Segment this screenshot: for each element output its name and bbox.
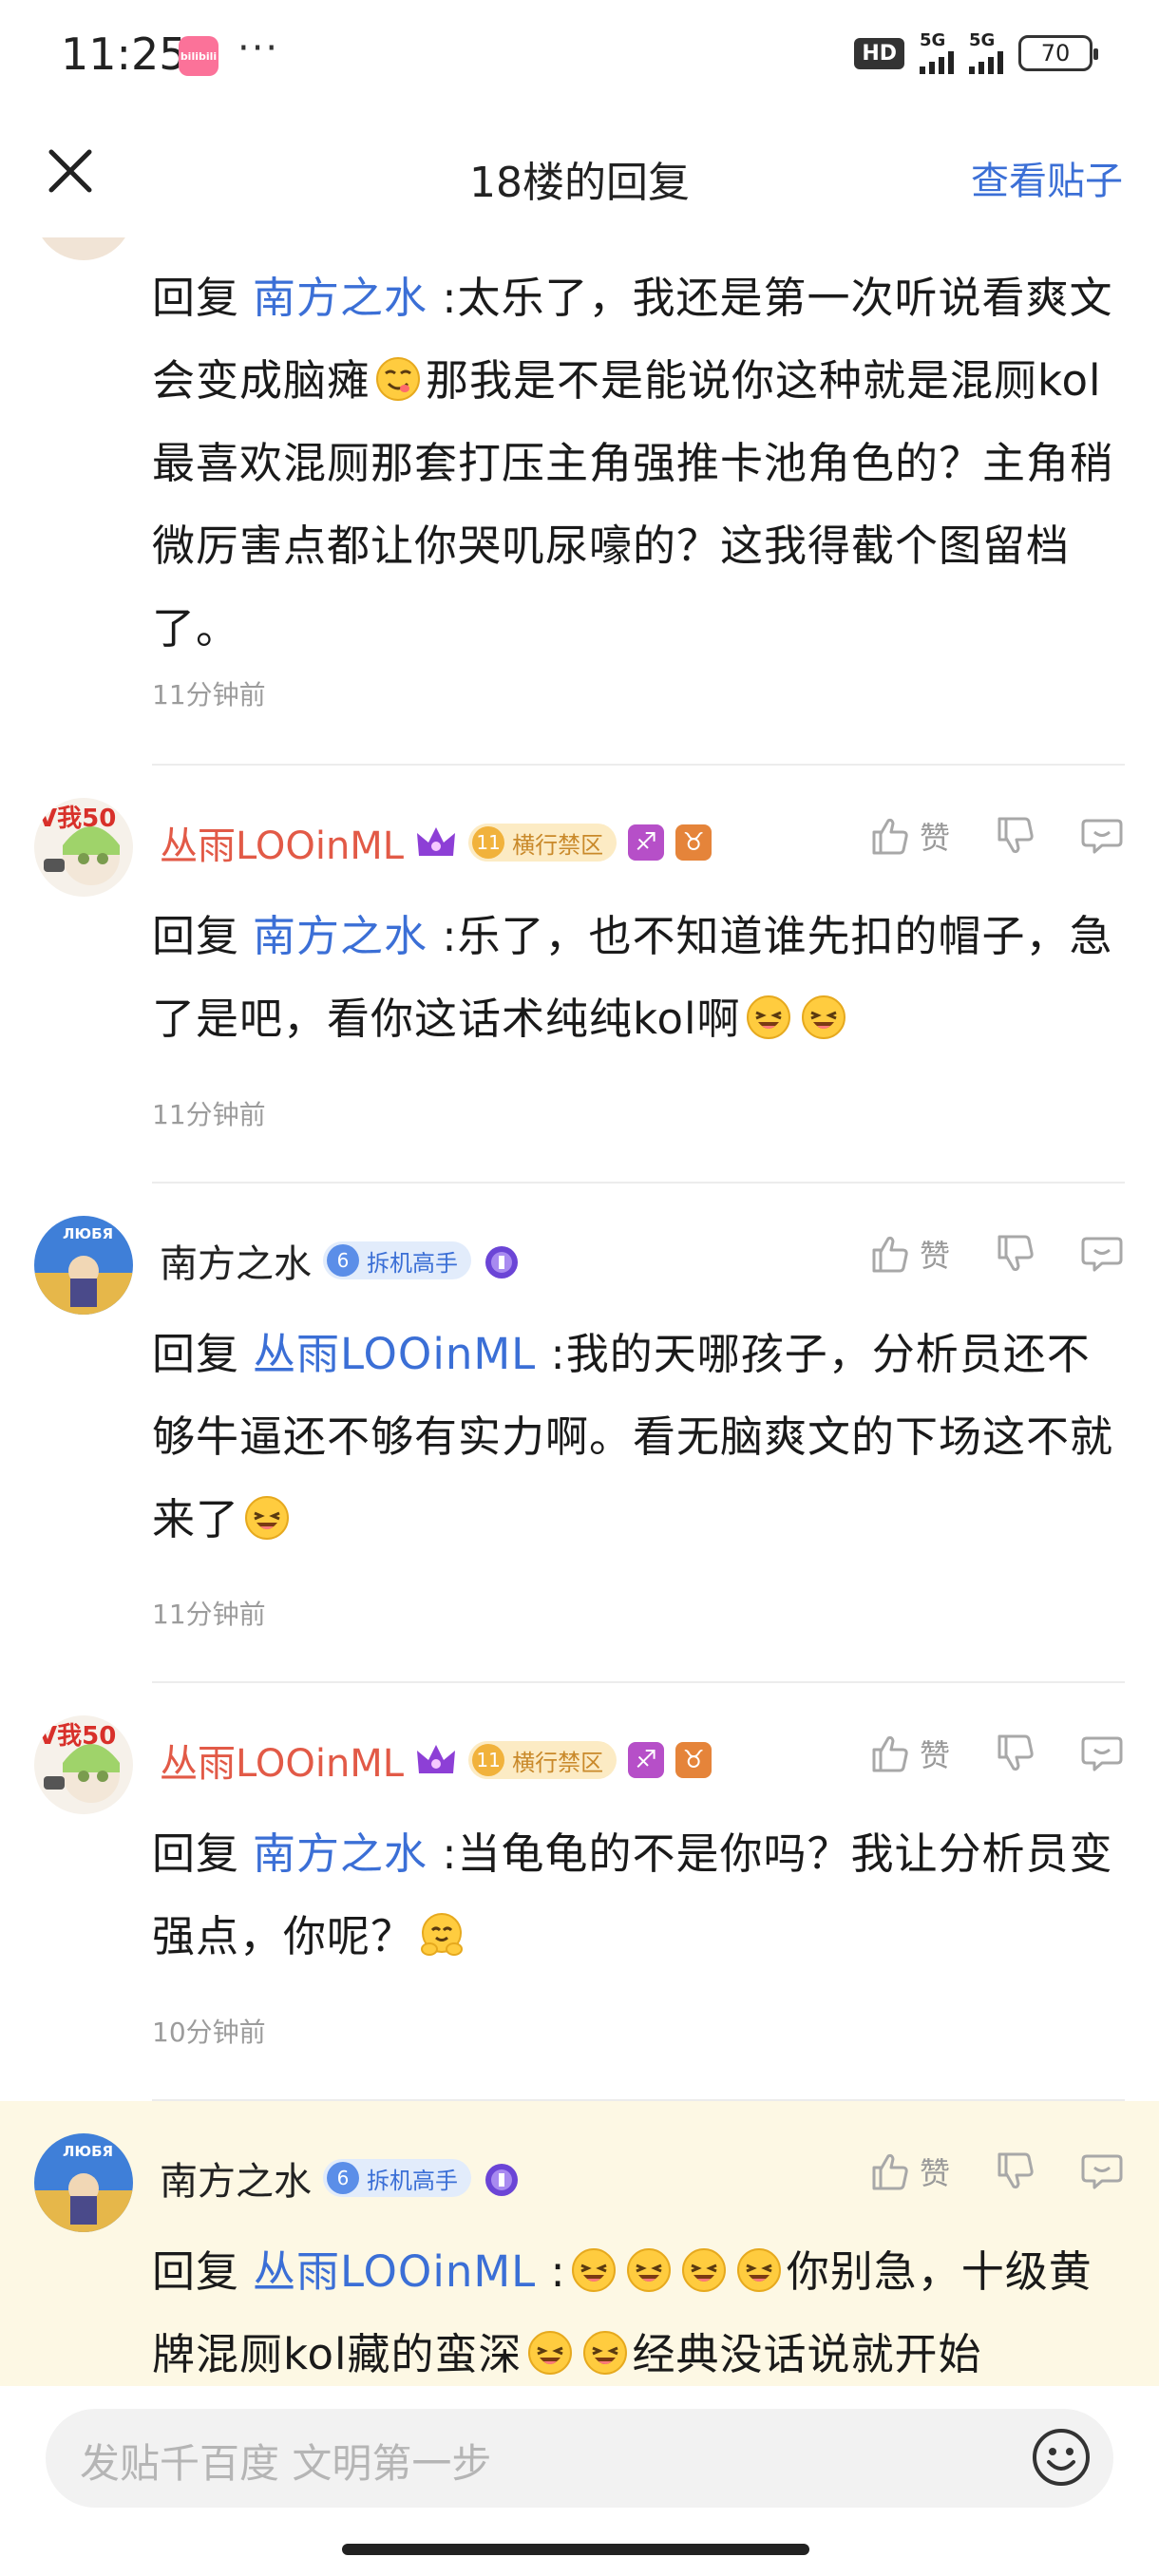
reply-item: V我50 丛雨LOOinML 11 横行禁区 ♐ ♉ 赞 回复 南方之水 :乐了，…: [0, 766, 1159, 1182]
mention-link[interactable]: 丛雨LOOinML: [253, 1329, 536, 1379]
like-button[interactable]: 赞: [866, 813, 950, 859]
emoji-icon[interactable]: [1030, 2426, 1092, 2489]
taurus-icon: ♉: [675, 824, 712, 861]
reply-actions: 赞: [866, 1231, 1125, 1277]
dislike-icon[interactable]: [992, 1231, 1037, 1277]
crown-icon: [417, 827, 456, 856]
svg-text:V我50: V我50: [38, 805, 116, 833]
reply-actions: 赞: [866, 813, 1125, 859]
reply-content[interactable]: 回复 丛雨LOOinML :我的天哪孩子，分析员还不够牛逼还不够有实力啊。看无脑爽…: [152, 1313, 1130, 1561]
avatar[interactable]: V我50: [34, 798, 133, 897]
laugh-emoji-icon: [243, 1494, 291, 1542]
mention-link[interactable]: 南方之水: [253, 273, 428, 323]
sagittarius-icon: ♐: [628, 824, 665, 861]
mention-link[interactable]: 南方之水: [253, 911, 428, 961]
laugh-emoji-icon: [581, 2329, 629, 2377]
reply-content[interactable]: 回复 南方之水 :乐了，也不知道谁先扣的帽子，急了是吧，看你这话术纯纯kol啊: [152, 895, 1130, 1060]
level-badge[interactable]: 6 拆机高手: [323, 2159, 471, 2197]
reply-content[interactable]: 回复 丛雨LOOinML : 你别急，十级黄牌混厕kol藏的蛮深 经典没话说就开始: [152, 2230, 1130, 2386]
svg-text:ЛЮБЯ: ЛЮБЯ: [63, 1225, 113, 1242]
level-badge[interactable]: 11 横行禁区: [468, 824, 618, 862]
view-post-link[interactable]: 查看贴子: [971, 150, 1123, 205]
reply-item: ЛЮБЯ 南方之水 6 拆机高手 赞 回复 丛雨LOOinML :我的天哪孩子，分…: [0, 1184, 1159, 1683]
like-icon: [866, 1231, 912, 1277]
dislike-icon[interactable]: [992, 813, 1037, 859]
author-line: 南方之水 6 拆机高手: [160, 1233, 521, 1288]
reply-input[interactable]: 发贴千百度 文明第一步: [46, 2409, 1113, 2508]
reply-content[interactable]: 回复 南方之水 :太乐了，我还是第一次听说看爽文会变成脑瘫 那我是不是能说你这种就是…: [152, 256, 1130, 670]
medal-icon: [485, 1246, 518, 1279]
author-name[interactable]: 南方之水: [160, 2150, 312, 2206]
avatar[interactable]: ЛЮБЯ: [34, 1216, 133, 1315]
status-bar: 11:25 bilibili ··· HD 5G 5G 70: [0, 0, 1159, 114]
avatar[interactable]: V我50: [34, 1715, 133, 1814]
like-icon: [866, 1731, 912, 1776]
taurus-icon: ♉: [675, 1742, 712, 1778]
signal-icon-1: 5G: [920, 32, 954, 74]
author-name[interactable]: 丛雨LOOinML: [160, 1733, 404, 1788]
comment-icon[interactable]: [1079, 1231, 1125, 1277]
author-line: 南方之水 6 拆机高手: [160, 2150, 521, 2206]
top-nav: 18楼的回复 查看贴子: [0, 114, 1159, 237]
avatar[interactable]: ЛЮБЯ: [34, 2133, 133, 2232]
laugh-emoji-icon: [680, 2246, 728, 2294]
hd-icon: HD: [854, 37, 904, 69]
svg-text:V我50: V我50: [38, 1722, 116, 1751]
system-icons: HD 5G 5G 70: [854, 32, 1098, 74]
reply-time: 11分钟前: [152, 1099, 266, 1130]
level-badge[interactable]: 6 拆机高手: [323, 1241, 471, 1279]
like-button[interactable]: 赞: [866, 1231, 950, 1277]
laugh-emoji-icon: [625, 2246, 673, 2294]
like-button[interactable]: 赞: [866, 1731, 950, 1776]
laugh-emoji-icon: [745, 994, 792, 1041]
comment-icon[interactable]: [1079, 2149, 1125, 2194]
like-icon: [866, 813, 912, 859]
signal-icon-2: 5G: [969, 32, 1003, 74]
author-name[interactable]: 南方之水: [160, 1233, 312, 1288]
svg-text:ЛЮБЯ: ЛЮБЯ: [63, 2143, 113, 2160]
medal-icon: [485, 2164, 518, 2196]
crown-icon: [417, 1745, 456, 1773]
laugh-emoji-icon: [526, 2329, 574, 2377]
reply-time: 11分钟前: [152, 679, 266, 710]
mention-link[interactable]: 丛雨LOOinML: [253, 2246, 536, 2297]
comment-icon[interactable]: [1079, 813, 1125, 859]
battery-icon: 70: [1018, 35, 1098, 71]
status-time: 11:25: [61, 28, 187, 80]
laugh-emoji-icon: [800, 994, 847, 1041]
dislike-icon[interactable]: [992, 2149, 1037, 2194]
reply-input-bar: 发贴千百度 文明第一步: [0, 2386, 1159, 2576]
reply-actions: 赞: [866, 2149, 1125, 2194]
reply-time: 10分钟前: [152, 2017, 266, 2048]
reply-thread[interactable]: 回复 南方之水 :太乐了，我还是第一次听说看爽文会变成脑瘫 那我是不是能说你这种就是…: [0, 237, 1159, 2386]
comment-icon[interactable]: [1079, 1731, 1125, 1776]
author-name[interactable]: 丛雨LOOinML: [160, 815, 404, 870]
reply-input-placeholder: 发贴千百度 文明第一步: [80, 2440, 492, 2487]
home-indicator[interactable]: [342, 2544, 809, 2555]
laugh-emoji-icon: [570, 2246, 618, 2294]
reply-item: 回复 南方之水 :太乐了，我还是第一次听说看爽文会变成脑瘫 那我是不是能说你这种就是…: [0, 237, 1159, 769]
mention-link[interactable]: 南方之水: [253, 1828, 428, 1879]
hug-emoji-icon: [418, 1911, 466, 1959]
reply-time: 11分钟前: [152, 1599, 266, 1630]
author-line: 丛雨LOOinML 11 横行禁区 ♐ ♉: [160, 815, 712, 870]
laugh-emoji-icon: [735, 2246, 783, 2294]
reply-item: V我50 丛雨LOOinML 11 横行禁区 ♐ ♉ 赞 回复 南方之水 :当龟龟…: [0, 1683, 1159, 2099]
yum-emoji-icon: [374, 355, 422, 403]
sagittarius-icon: ♐: [628, 1742, 665, 1778]
like-icon: [866, 2149, 912, 2194]
level-badge[interactable]: 11 横行禁区: [468, 1741, 618, 1779]
reply-item-highlighted: ЛЮБЯ 南方之水 6 拆机高手 赞 回复 丛雨LOOinML : 你别急，十级黄牌…: [0, 2101, 1159, 2386]
avatar[interactable]: [34, 237, 133, 260]
dislike-icon[interactable]: [992, 1731, 1037, 1776]
more-notifications-icon: ···: [238, 27, 280, 70]
reply-content[interactable]: 回复 南方之水 :当龟龟的不是你吗？我让分析员变强点，你呢？: [152, 1812, 1130, 1978]
author-line: 丛雨LOOinML 11 横行禁区 ♐ ♉: [160, 1733, 712, 1788]
bilibili-app-icon: bilibili: [179, 36, 218, 76]
like-button[interactable]: 赞: [866, 2149, 950, 2194]
reply-actions: 赞: [866, 1731, 1125, 1776]
